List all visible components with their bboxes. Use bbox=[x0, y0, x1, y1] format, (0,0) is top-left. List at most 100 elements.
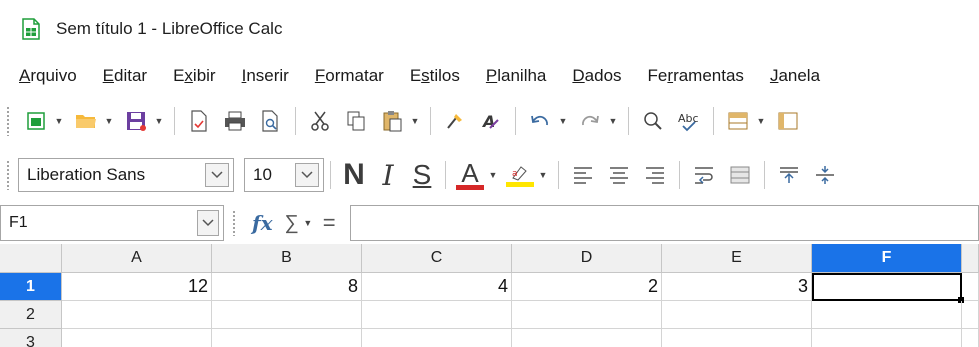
menu-planilha[interactable]: Planilha bbox=[486, 66, 547, 86]
column-header-g[interactable] bbox=[962, 244, 979, 272]
italic-button[interactable]: I bbox=[371, 158, 405, 192]
save-dropdown-icon[interactable]: ▼ bbox=[154, 106, 164, 136]
column-header-d[interactable]: D bbox=[512, 244, 662, 272]
font-name-box[interactable]: Liberation Sans bbox=[18, 158, 234, 192]
cell-e3[interactable] bbox=[662, 329, 812, 347]
bold-button[interactable]: N bbox=[337, 158, 371, 192]
center-vertically-icon[interactable] bbox=[810, 160, 840, 190]
row-header-2[interactable]: 2 bbox=[0, 301, 62, 329]
column-icon[interactable] bbox=[773, 106, 803, 136]
cell-f2[interactable] bbox=[812, 301, 962, 329]
cell-d1[interactable]: 2 bbox=[512, 273, 662, 301]
clear-formatting-icon[interactable]: A bbox=[476, 106, 506, 136]
column-header-c[interactable]: C bbox=[362, 244, 512, 272]
copy-icon[interactable] bbox=[341, 106, 371, 136]
cell-e2[interactable] bbox=[662, 301, 812, 329]
print-preview-icon[interactable] bbox=[256, 106, 286, 136]
align-left-icon[interactable] bbox=[568, 160, 598, 190]
font-size-value[interactable]: 10 bbox=[245, 165, 295, 185]
font-name-value[interactable]: Liberation Sans bbox=[19, 165, 205, 185]
font-color-button[interactable]: A bbox=[455, 160, 485, 190]
toolbar-separator bbox=[515, 107, 516, 135]
menu-formatar[interactable]: Formatar bbox=[315, 66, 384, 86]
save-icon[interactable] bbox=[121, 106, 151, 136]
align-right-icon[interactable] bbox=[640, 160, 670, 190]
cell-a1[interactable]: 12 bbox=[62, 273, 212, 301]
cell-a2[interactable] bbox=[62, 301, 212, 329]
export-pdf-icon[interactable] bbox=[184, 106, 214, 136]
new-dropdown-icon[interactable]: ▼ bbox=[54, 106, 64, 136]
menu-editar[interactable]: Editar bbox=[103, 66, 147, 86]
sum-icon[interactable]: ∑ bbox=[285, 212, 299, 235]
cell-a3[interactable] bbox=[62, 329, 212, 347]
cell-c3[interactable] bbox=[362, 329, 512, 347]
paste-icon[interactable] bbox=[377, 106, 407, 136]
toolbar-grip[interactable] bbox=[6, 160, 10, 190]
highlight-dropdown-icon[interactable]: ▼ bbox=[538, 160, 548, 190]
spellcheck-icon[interactable]: Abc bbox=[674, 106, 704, 136]
column-header-b[interactable]: B bbox=[212, 244, 362, 272]
cell-c1[interactable]: 4 bbox=[362, 273, 512, 301]
menu-arquivo[interactable]: Arquivo bbox=[19, 66, 77, 86]
font-size-box[interactable]: 10 bbox=[244, 158, 324, 192]
clone-formatting-icon[interactable] bbox=[440, 106, 470, 136]
align-top-icon[interactable] bbox=[774, 160, 804, 190]
table-row: 3 bbox=[0, 329, 979, 347]
chevron-down-icon[interactable] bbox=[197, 210, 219, 236]
menu-inserir[interactable]: Inserir bbox=[242, 66, 289, 86]
row-icon[interactable] bbox=[723, 106, 753, 136]
cell-g2[interactable] bbox=[962, 301, 979, 329]
row-dropdown-icon[interactable]: ▼ bbox=[756, 106, 766, 136]
new-document-icon[interactable] bbox=[21, 106, 51, 136]
open-folder-icon[interactable] bbox=[71, 106, 101, 136]
redo-dropdown-icon[interactable]: ▼ bbox=[608, 106, 618, 136]
column-header-f[interactable]: F bbox=[812, 244, 962, 272]
align-center-icon[interactable] bbox=[604, 160, 634, 190]
redo-icon[interactable] bbox=[575, 106, 605, 136]
cell-b2[interactable] bbox=[212, 301, 362, 329]
chevron-down-icon[interactable] bbox=[205, 163, 229, 187]
menu-dados[interactable]: Dados bbox=[572, 66, 621, 86]
merge-cells-icon[interactable] bbox=[725, 160, 755, 190]
print-icon[interactable] bbox=[220, 106, 250, 136]
chevron-down-icon[interactable] bbox=[295, 163, 319, 187]
menu-exibir[interactable]: Exibir bbox=[173, 66, 216, 86]
cell-f1-active[interactable] bbox=[812, 273, 964, 303]
menu-estilos[interactable]: Estilos bbox=[410, 66, 460, 86]
find-replace-icon[interactable] bbox=[638, 106, 668, 136]
formula-equals-icon[interactable]: = bbox=[323, 210, 336, 236]
cell-g1[interactable] bbox=[962, 273, 979, 301]
cell-d2[interactable] bbox=[512, 301, 662, 329]
select-all-corner[interactable] bbox=[0, 244, 62, 272]
cell-e1[interactable]: 3 bbox=[662, 273, 812, 301]
cell-c2[interactable] bbox=[362, 301, 512, 329]
row-header-1[interactable]: 1 bbox=[0, 273, 62, 301]
menu-janela[interactable]: Janela bbox=[770, 66, 820, 86]
font-color-dropdown-icon[interactable]: ▼ bbox=[488, 160, 498, 190]
row-header-3[interactable]: 3 bbox=[0, 329, 62, 347]
cell-f3[interactable] bbox=[812, 329, 962, 347]
toolbar-separator bbox=[295, 107, 296, 135]
name-box-value[interactable]: F1 bbox=[1, 214, 197, 232]
open-dropdown-icon[interactable]: ▼ bbox=[104, 106, 114, 136]
column-header-e[interactable]: E bbox=[662, 244, 812, 272]
formula-input[interactable] bbox=[349, 205, 979, 241]
toolbar-grip[interactable] bbox=[6, 106, 10, 136]
sum-dropdown-icon[interactable]: ▼ bbox=[303, 208, 313, 238]
column-header-a[interactable]: A bbox=[62, 244, 212, 272]
cell-g3[interactable] bbox=[962, 329, 979, 347]
function-wizard-icon[interactable]: fx bbox=[252, 211, 273, 235]
undo-dropdown-icon[interactable]: ▼ bbox=[558, 106, 568, 136]
highlight-color-button[interactable]: a bbox=[505, 160, 535, 190]
paste-dropdown-icon[interactable]: ▼ bbox=[410, 106, 420, 136]
cell-b1[interactable]: 8 bbox=[212, 273, 362, 301]
menu-ferramentas[interactable]: Ferramentas bbox=[648, 66, 744, 86]
cell-d3[interactable] bbox=[512, 329, 662, 347]
underline-button[interactable]: S bbox=[405, 158, 439, 192]
cell-b3[interactable] bbox=[212, 329, 362, 347]
name-box[interactable]: F1 bbox=[0, 205, 224, 241]
wrap-text-icon[interactable] bbox=[689, 160, 719, 190]
undo-icon[interactable] bbox=[525, 106, 555, 136]
font-color-swatch bbox=[456, 184, 484, 190]
cut-icon[interactable] bbox=[305, 106, 335, 136]
